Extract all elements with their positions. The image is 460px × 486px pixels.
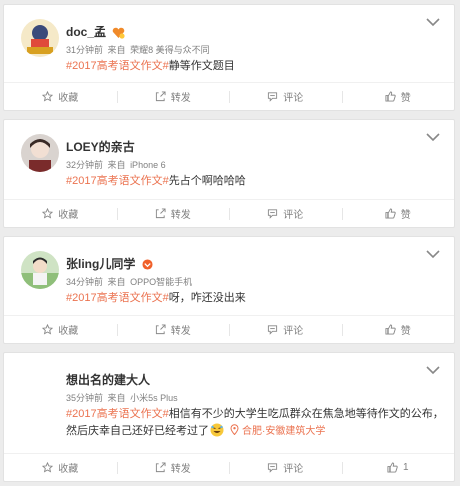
thumbs-up-icon: [385, 208, 396, 219]
star-icon: [42, 91, 54, 102]
chevron-down-icon[interactable]: [426, 249, 440, 259]
post-meta: 31分钟前 来自 荣耀8 美得与众不同: [66, 43, 210, 56]
post-meta: 32分钟前 来自 iPhone 6: [66, 158, 166, 171]
collect-button[interactable]: 收藏: [4, 316, 117, 343]
collect-button[interactable]: 收藏: [4, 83, 117, 110]
feed-card: 想出名的建大人 35分钟前 来自 小米5s Plus #2017高考语文作文#相…: [3, 352, 455, 482]
chevron-down-icon[interactable]: [426, 17, 440, 27]
like-button[interactable]: 赞: [341, 316, 455, 343]
post-text: #2017高考语文作文#相信有不少的大学生吃瓜群众在焦急地等待作文的公布，然后庆…: [66, 408, 444, 437]
thumbs-up-icon: [385, 91, 396, 102]
username[interactable]: LOEY的亲古: [66, 138, 135, 155]
topic-link[interactable]: #2017高考语文作文#: [66, 292, 169, 304]
thumbs-up-icon: [385, 324, 396, 335]
post-text: #2017高考语文作文#呀，咋还没出来: [66, 292, 246, 304]
post-source[interactable]: OPPO智能手机: [130, 277, 192, 287]
action-bar: 收藏 转发 评论 赞: [4, 82, 454, 110]
post-meta: 34分钟前 来自 OPPO智能手机: [66, 275, 192, 288]
comment-icon: [268, 92, 278, 102]
action-bar: 收藏 转发 评论 1: [4, 453, 454, 481]
repost-icon: [155, 324, 166, 335]
comment-icon: [268, 209, 278, 219]
comment-icon: [268, 325, 278, 335]
chevron-down-icon[interactable]: [426, 365, 440, 375]
topic-link[interactable]: #2017高考语文作文#: [66, 60, 169, 72]
post-meta: 35分钟前 来自 小米5s Plus: [66, 391, 178, 404]
username[interactable]: 想出名的建大人: [66, 371, 150, 388]
post-source[interactable]: 小米5s Plus: [130, 393, 178, 403]
collect-button[interactable]: 收藏: [4, 200, 117, 227]
post-time[interactable]: 35分钟前: [66, 393, 103, 403]
from-label: 来自: [107, 45, 126, 55]
star-icon: [42, 462, 54, 473]
like-button[interactable]: 赞: [341, 83, 455, 110]
post-source[interactable]: iPhone 6: [130, 160, 166, 170]
from-label: 来自: [107, 277, 126, 287]
repost-icon: [155, 208, 166, 219]
post-text: #2017高考语文作文#先占个啊哈哈哈: [66, 175, 246, 187]
location-link[interactable]: 合肥·安徽建筑大学: [230, 424, 325, 437]
topic-link[interactable]: #2017高考语文作文#: [66, 175, 169, 187]
comment-icon: [268, 463, 278, 473]
post-time[interactable]: 34分钟前: [66, 277, 103, 287]
from-label: 来自: [107, 160, 126, 170]
action-bar: 收藏 转发 评论 赞: [4, 315, 454, 343]
collect-button[interactable]: 收藏: [4, 454, 117, 481]
comment-button[interactable]: 评论: [229, 316, 342, 343]
repost-icon: [155, 91, 166, 102]
topic-link[interactable]: #2017高考语文作文#: [66, 408, 169, 420]
action-bar: 收藏 转发 评论 赞: [4, 199, 454, 227]
vip-badge-icon: [113, 27, 125, 39]
location-pin-icon: [230, 424, 239, 436]
repost-button[interactable]: 转发: [116, 200, 230, 227]
repost-button[interactable]: 转发: [116, 316, 230, 343]
repost-button[interactable]: 转发: [116, 83, 230, 110]
repost-button[interactable]: 转发: [116, 454, 230, 481]
chevron-down-icon[interactable]: [426, 132, 440, 142]
post-text: #2017高考语文作文#静等作文题目: [66, 60, 235, 72]
repost-icon: [155, 462, 166, 473]
thumbs-up-icon: [387, 462, 398, 473]
like-button[interactable]: 1: [341, 454, 455, 481]
post-time[interactable]: 32分钟前: [66, 160, 103, 170]
from-label: 来自: [107, 393, 126, 403]
comment-button[interactable]: 评论: [229, 200, 342, 227]
avatar[interactable]: [21, 19, 59, 57]
member-badge-icon: [142, 259, 153, 270]
like-button[interactable]: 赞: [341, 200, 455, 227]
avatar[interactable]: [21, 134, 59, 172]
post-time[interactable]: 31分钟前: [66, 45, 103, 55]
star-icon: [42, 208, 54, 219]
like-count: 1: [402, 462, 409, 473]
comment-button[interactable]: 评论: [229, 83, 342, 110]
comment-button[interactable]: 评论: [229, 454, 342, 481]
username[interactable]: doc_孟: [66, 23, 125, 40]
feed-card: doc_孟 31分钟前 来自 荣耀8 美得与众不同 #2017高考语文作文#静等…: [3, 4, 455, 111]
avatar[interactable]: [21, 251, 59, 289]
laughing-emoji-icon: [210, 423, 224, 437]
username[interactable]: 张ling儿同学: [66, 255, 153, 272]
feed-card: LOEY的亲古 32分钟前 来自 iPhone 6 #2017高考语文作文#先占…: [3, 119, 455, 228]
post-source[interactable]: 荣耀8 美得与众不同: [130, 45, 210, 55]
feed-card: 张ling儿同学 34分钟前 来自 OPPO智能手机 #2017高考语文作文#呀…: [3, 236, 455, 344]
star-icon: [42, 324, 54, 335]
